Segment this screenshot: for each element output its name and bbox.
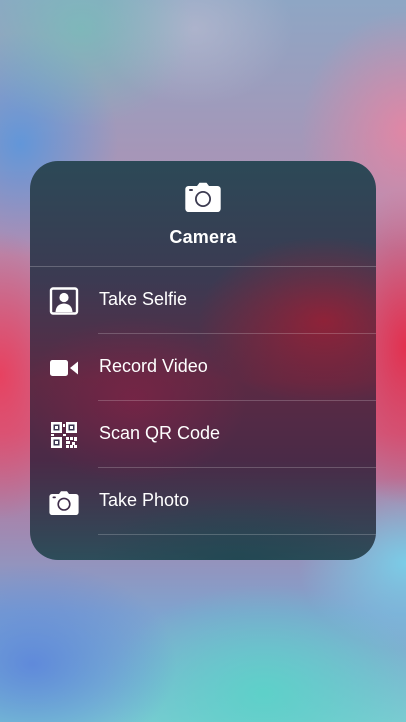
camera-icon	[185, 182, 221, 212]
take-selfie-label: Take Selfie	[99, 289, 188, 309]
blurred-background: Camera Take Selfie Record Video Scan QR …	[0, 0, 406, 722]
camera-icon	[49, 491, 79, 515]
quick-actions-menu: Camera Take Selfie Record Video Scan QR …	[30, 161, 376, 560]
scan-qr-code-item[interactable]: Scan QR Code	[30, 401, 376, 468]
item-divider	[98, 534, 376, 535]
scan-qr-code-label: Scan QR Code	[99, 423, 221, 443]
video-camera-icon	[50, 360, 78, 376]
take-photo-item[interactable]: Take Photo	[30, 468, 376, 535]
qr-code-icon	[51, 422, 77, 448]
record-video-item[interactable]: Record Video	[30, 334, 376, 401]
take-photo-label: Take Photo	[99, 490, 190, 510]
selfie-icon	[49, 287, 79, 315]
menu-title: Camera	[169, 227, 237, 247]
menu-header: Camera	[30, 161, 376, 266]
take-selfie-item[interactable]: Take Selfie	[30, 267, 376, 334]
record-video-label: Record Video	[99, 356, 208, 376]
